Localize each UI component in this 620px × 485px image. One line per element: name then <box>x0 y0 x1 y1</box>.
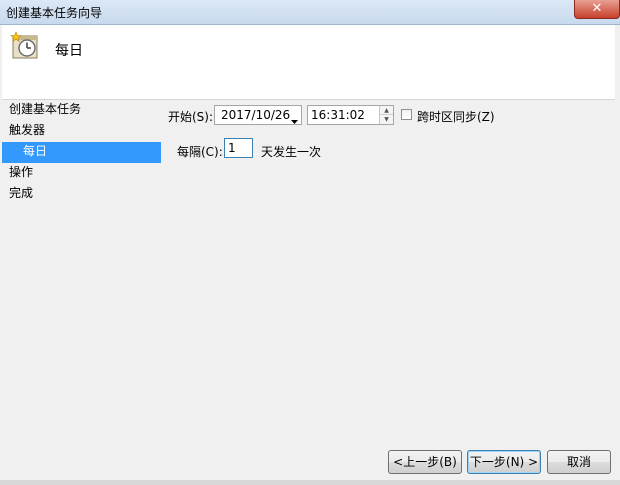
start-label: 开始(S): <box>168 110 214 124</box>
nav-step-finish[interactable]: 完成 <box>2 184 161 205</box>
wizard-steps-nav: 创建基本任务 触发器 每日 操作 完成 <box>2 100 161 205</box>
start-time-field[interactable]: 16:31:02 ▲ ▼ <box>307 105 394 125</box>
close-button[interactable]: ✕ <box>574 0 620 19</box>
recur-days-value: 1 <box>228 141 236 155</box>
sync-timezone-checkbox[interactable] <box>401 109 412 120</box>
nav-step-label: 操作 <box>9 165 34 179</box>
nav-step-label: 触发器 <box>9 123 46 137</box>
time-spinner[interactable]: ▲ ▼ <box>379 106 393 124</box>
nav-step-label: 创建基本任务 <box>9 102 82 116</box>
nav-step-create-basic-task[interactable]: 创建基本任务 <box>2 100 161 121</box>
window-bottom-edge <box>0 480 620 485</box>
wizard-header: 每日 <box>2 25 615 100</box>
nav-step-trigger[interactable]: 触发器 <box>2 121 161 142</box>
title-bar: 创建基本任务向导 ✕ <box>0 0 620 25</box>
start-date-picker[interactable]: 2017/10/26 <box>214 105 302 125</box>
close-icon: ✕ <box>591 1 603 16</box>
nav-step-label: 完成 <box>9 186 34 200</box>
back-button[interactable]: <上一步(B) <box>388 450 462 474</box>
spin-up-icon[interactable]: ▲ <box>380 106 393 115</box>
scheduled-task-clock-icon <box>10 31 40 64</box>
wizard-footer: <上一步(B) 下一步(N) > 取消 <box>0 445 620 485</box>
spin-down-icon[interactable]: ▼ <box>380 115 393 124</box>
start-time-value: 16:31:02 <box>311 108 365 122</box>
page-heading: 每日 <box>55 43 83 59</box>
nav-step-label: 每日 <box>23 144 48 158</box>
cancel-button[interactable]: 取消 <box>547 450 611 474</box>
nav-step-daily[interactable]: 每日 <box>2 142 161 163</box>
recur-days-input[interactable]: 1 <box>224 138 253 158</box>
window-title: 创建基本任务向导 <box>6 6 103 20</box>
recur-suffix: 天发生一次 <box>261 145 322 159</box>
recur-label: 每隔(C): <box>177 145 223 159</box>
nav-step-action[interactable]: 操作 <box>2 163 161 184</box>
chevron-down-icon <box>291 113 298 127</box>
start-date-value: 2017/10/26 <box>221 108 291 122</box>
next-button[interactable]: 下一步(N) > <box>467 450 541 474</box>
sync-timezone-label[interactable]: 跨时区同步(Z) <box>417 108 495 125</box>
